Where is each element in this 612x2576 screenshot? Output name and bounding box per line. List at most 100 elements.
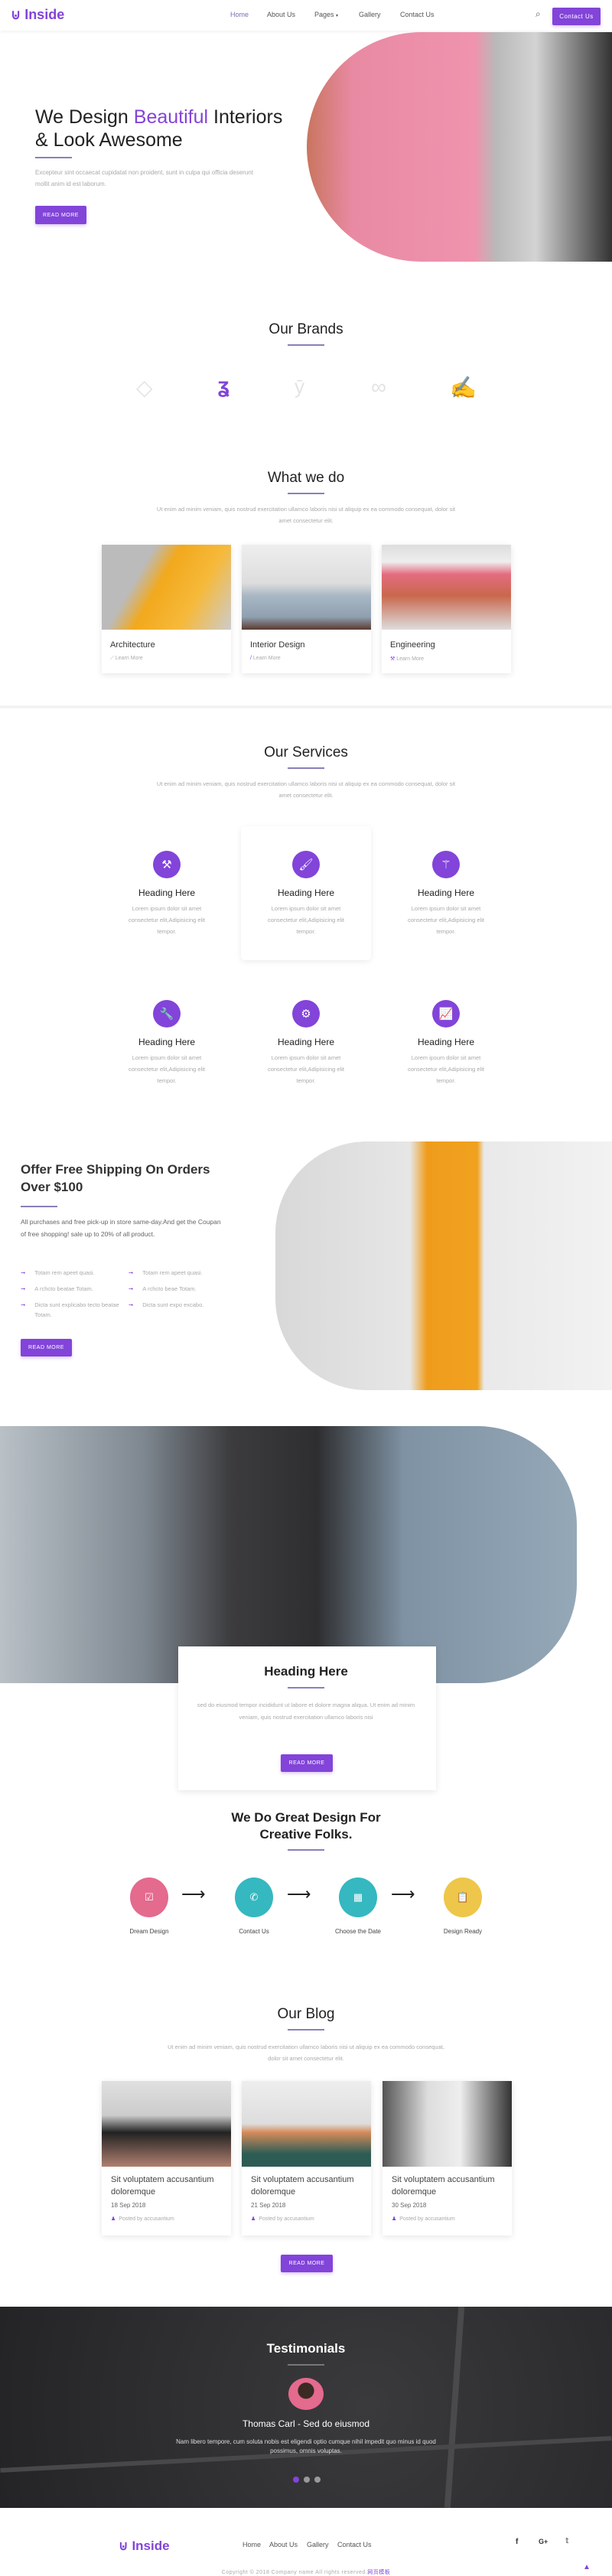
feature-text: sed do eiusmod tempor incididunt ut labo…: [197, 1702, 415, 1721]
service-card[interactable]: Engineering ⚒ Learn More: [382, 545, 511, 673]
logo-icon: ⊍: [11, 7, 21, 22]
brands-title: Our Brands: [269, 321, 343, 337]
service-card[interactable]: Interior Design / Learn More: [242, 545, 371, 673]
footer-nav-gallery[interactable]: Gallery: [307, 2541, 329, 2548]
blog-read-more-button[interactable]: Read More: [281, 2255, 333, 2272]
card-image: [382, 545, 511, 630]
google-plus-icon[interactable]: G+: [539, 2538, 548, 2545]
scroll-top-icon[interactable]: ▲: [583, 2563, 591, 2571]
brand-logo-3[interactable]: ȳ: [295, 375, 304, 399]
feature-read-more-button[interactable]: Read More: [281, 1754, 333, 1772]
hero-read-more-button[interactable]: Read More: [35, 206, 86, 224]
brand-logo-1[interactable]: ◇: [136, 375, 153, 400]
carousel-dot-1[interactable]: [293, 2477, 299, 2483]
search-icon[interactable]: ⌕: [536, 8, 541, 20]
twitter-icon[interactable]: 𝕥: [565, 2537, 569, 2545]
facebook-icon[interactable]: f: [516, 2538, 518, 2546]
whatwedo-divider: [288, 493, 324, 494]
brush-icon: 🖌: [292, 851, 320, 878]
process-step: ▦ Choose the Date: [320, 1877, 396, 1935]
process-step: ☑ Dream Design: [111, 1877, 187, 1935]
nav-about[interactable]: About Us: [267, 11, 295, 18]
service-item: ⚒ Heading Here Lorem ipsum dolor sit ame…: [102, 851, 232, 937]
gears-icon: ⚙: [292, 1000, 320, 1027]
testimonials-title: Testimonials: [266, 2341, 346, 2356]
offer-image: [275, 1141, 612, 1390]
blog-post-card[interactable]: Sit voluptatem accusantium doloremque 30…: [382, 2081, 512, 2236]
card-title: Architecture: [110, 640, 155, 650]
step-label: Dream Design: [129, 1928, 169, 1935]
offer-list-item: ➞ Totam rem apeet quasi.: [21, 1269, 95, 1276]
card-image: [242, 545, 371, 630]
card-title: Interior Design: [250, 640, 305, 650]
blog-post-card[interactable]: Sit voluptatem accusantium doloremque 21…: [242, 2081, 371, 2236]
service-text: Lorem ipsum dolor sit amet consectetur e…: [128, 905, 206, 935]
offer-list-item: ➞ Totam rem apeet quasi.: [129, 1269, 203, 1276]
nav-contact[interactable]: Contact Us: [400, 11, 435, 18]
feature-divider: [288, 1687, 324, 1689]
logo[interactable]: ⊍ Inside: [11, 7, 64, 23]
service-text: Lorem ipsum dolor sit amet consectetur e…: [267, 1054, 345, 1084]
hammer-icon: ⚒: [390, 656, 396, 662]
process-title: We Do Great Design For Creative Folks.: [231, 1810, 381, 1842]
offer-list-item: ➞ Dicta sunt expo excabo.: [129, 1301, 204, 1308]
chart-icon: ⟋: [110, 656, 114, 661]
chart-icon: 📈: [432, 1000, 460, 1027]
whatwedo-subtitle: Ut enim ad minim veniam, quis nostrud ex…: [156, 506, 456, 524]
blog-post-title[interactable]: Sit voluptatem accusantium doloremque: [251, 2174, 371, 2198]
learn-more-link[interactable]: ⚒ Learn More: [390, 656, 511, 662]
footer-nav-contact[interactable]: Contact Us: [337, 2541, 372, 2548]
blog-post-title[interactable]: Sit voluptatem accusantium doloremque: [111, 2174, 231, 2198]
brand-logo-5[interactable]: ✍: [450, 375, 477, 400]
copyright-link[interactable]: 网页模板: [367, 2570, 390, 2575]
offer-divider: [21, 1206, 57, 1207]
blog-post-image: [382, 2081, 512, 2167]
blog-post-title[interactable]: Sit voluptatem accusantium doloremque: [392, 2174, 512, 2198]
arrow-right-icon: ➞: [21, 1269, 26, 1276]
testimonial-text: Nam libero tempore, cum soluta nobis est…: [176, 2438, 436, 2454]
hero-image: [307, 32, 612, 262]
blog-post-card[interactable]: Sit voluptatem accusantium doloremque 18…: [102, 2081, 231, 2236]
service-item: 🖌 Heading Here Lorem ipsum dolor sit ame…: [241, 851, 371, 937]
learn-more-link[interactable]: / Learn More: [250, 656, 371, 661]
nav-pages[interactable]: Pages ▾: [314, 11, 338, 18]
curved-arrow-icon: ⟶: [391, 1884, 415, 1904]
carousel-dot-2[interactable]: [304, 2477, 310, 2483]
user-icon: ♟: [392, 2216, 397, 2222]
curved-arrow-icon: ⟶: [181, 1884, 206, 1904]
blog-post-image: [242, 2081, 371, 2167]
brand-logo-2[interactable]: ʓ: [218, 373, 230, 398]
learn-more-link[interactable]: ⟋ Learn More: [110, 656, 231, 662]
caret-down-icon: ▾: [336, 14, 339, 18]
nav-gallery[interactable]: Gallery: [359, 11, 381, 18]
arrow-right-icon: ➞: [21, 1285, 26, 1292]
hero-divider: [35, 157, 72, 158]
offer-read-more-button[interactable]: Read More: [21, 1339, 72, 1356]
process-step: ✆ Contact Us: [216, 1877, 292, 1935]
footer-nav-home[interactable]: Home: [243, 2541, 261, 2548]
blog-divider: [288, 2029, 324, 2031]
nav-home[interactable]: Home: [230, 11, 249, 18]
footer-nav-about[interactable]: About Us: [269, 2541, 298, 2548]
blog-post-author: ♟ Posted by accusantium: [392, 2216, 455, 2222]
service-card[interactable]: Architecture ⟋ Learn More: [102, 545, 231, 673]
carousel-dot-3[interactable]: [314, 2477, 321, 2483]
card-title: Engineering: [390, 640, 435, 650]
contact-button[interactable]: Contact Us: [552, 8, 601, 25]
step-label: Choose the Date: [334, 1928, 382, 1935]
service-text: Lorem ipsum dolor sit amet consectetur e…: [267, 905, 345, 935]
logo-icon: ⊍: [119, 2539, 129, 2553]
service-text: Lorem ipsum dolor sit amet consectetur e…: [407, 1054, 485, 1084]
footer-logo[interactable]: ⊍ Inside: [119, 2539, 170, 2554]
service-text: Lorem ipsum dolor sit amet consectetur e…: [407, 905, 485, 935]
hero-text: Excepteur sint occaecat cupidatat non pr…: [35, 169, 253, 187]
feature-title: Heading Here: [264, 1664, 348, 1679]
brand-logo-4[interactable]: ∞: [371, 375, 386, 399]
service-heading: Heading Here: [417, 887, 475, 898]
card-image: [102, 545, 231, 630]
feature-image: [0, 1426, 577, 1683]
service-item: ⚙ Heading Here Lorem ipsum dolor sit ame…: [241, 1000, 371, 1086]
blog-post-author: ♟ Posted by accusantium: [111, 2216, 174, 2222]
offer-list-item: ➞ Dicta sunt explicabo tecto beatae Totam…: [21, 1301, 119, 1318]
brush-icon: /: [250, 656, 252, 661]
